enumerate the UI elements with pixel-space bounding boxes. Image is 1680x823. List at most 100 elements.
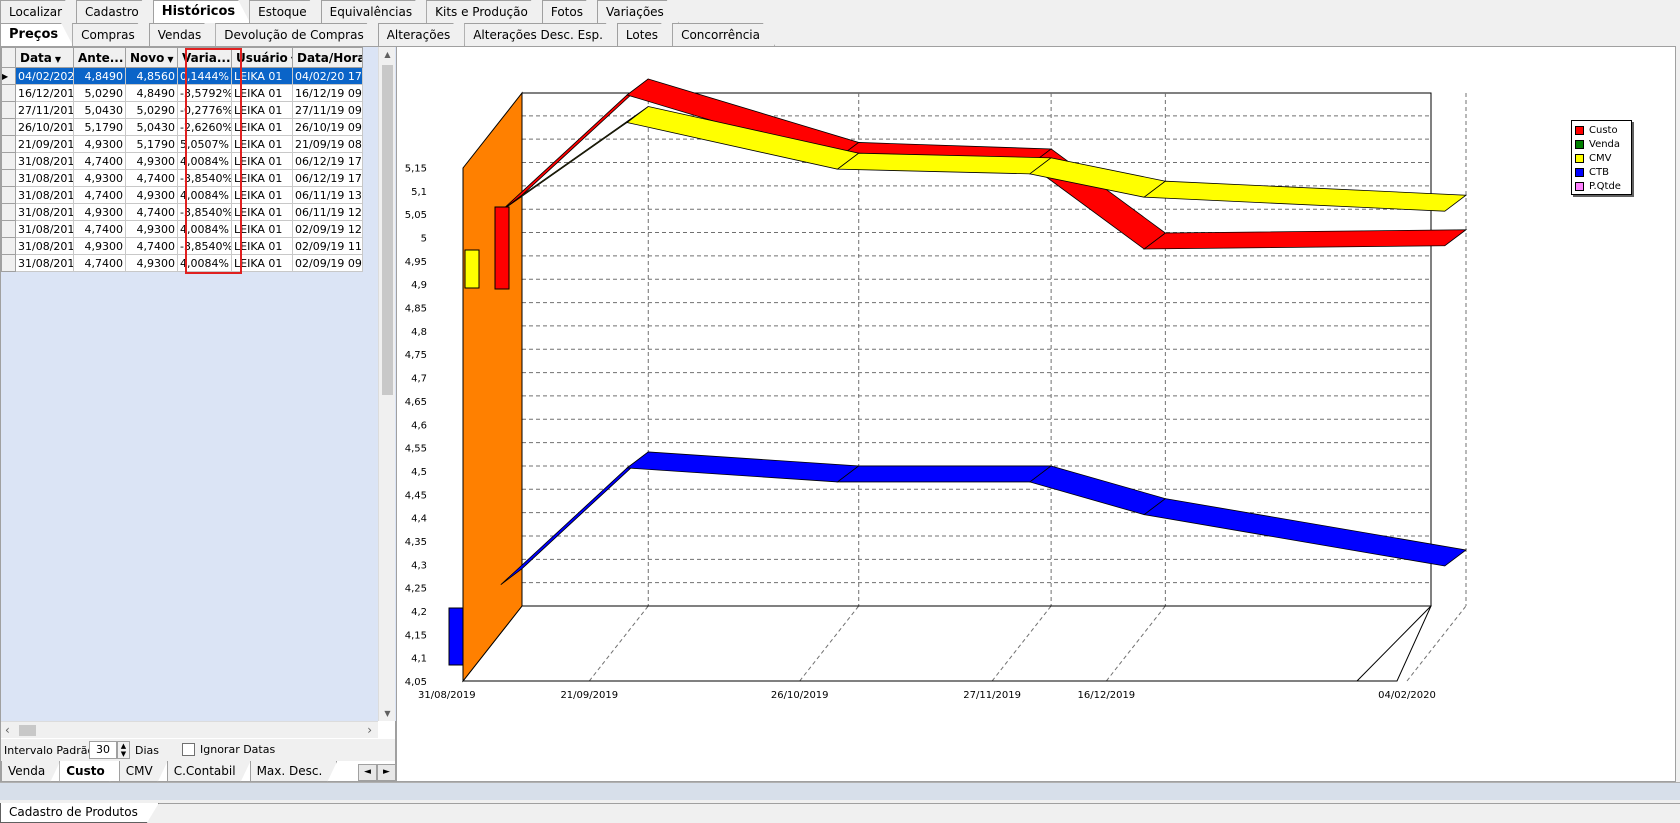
cell-usuario[interactable]: LEIKA 01 [231,203,293,221]
scroll-down-icon[interactable]: ▼ [379,709,396,718]
cell-usuario[interactable]: LEIKA 01 [231,254,293,272]
cell-varia[interactable]: 4,0084% [177,220,232,238]
cell-varia[interactable]: -0,2776% [177,101,232,119]
cell-usuario[interactable]: LEIKA 01 [231,101,293,119]
cell-ante[interactable]: 4,7400 [73,152,126,170]
tab-fotos[interactable]: Fotos [542,0,598,23]
subtab-alteracoes-desc-esp[interactable]: Alterações Desc. Esp. [464,23,618,46]
table-row[interactable]: 27/11/20195,04305,0290-0,2776%LEIKA 0127… [1,101,363,119]
cell-usuario[interactable]: LEIKA 01 [231,169,293,187]
row-indicator[interactable] [1,169,16,187]
row-indicator[interactable] [1,237,16,255]
tab-next-icon[interactable]: ► [377,764,396,781]
table-row[interactable]: 21/09/20194,93005,17905,0507%LEIKA 0121/… [1,135,363,153]
table-row[interactable]: 26/10/20195,17905,0430-2,6260%LEIKA 0126… [1,118,363,136]
cell-usuario[interactable]: LEIKA 01 [231,152,293,170]
horizontal-scrollbar[interactable]: ‹ › [1,721,378,738]
filter-dropdown-icon[interactable]: ▼ [167,55,173,64]
cell-varia[interactable]: -2,6260% [177,118,232,136]
cell-novo[interactable]: 4,7400 [125,203,178,221]
filter-dropdown-icon[interactable]: ▼ [55,55,61,64]
row-indicator[interactable] [1,152,16,170]
row-indicator[interactable] [1,135,16,153]
cell-data[interactable]: 31/08/2019 [15,220,74,238]
table-row[interactable]: 31/08/20194,74004,93004,0084%LEIKA 0102/… [1,254,363,272]
subtab-alteracoes[interactable]: Alterações [378,23,466,46]
cell-varia[interactable]: -3,8540% [177,169,232,187]
cell-ante[interactable]: 4,7400 [73,254,126,272]
table-row[interactable]: 31/08/20194,93004,7400-3,8540%LEIKA 0106… [1,169,363,187]
cell-usuario[interactable]: LEIKA 01 [231,67,293,85]
cell-usuario[interactable]: LEIKA 01 [231,135,293,153]
column-header-data[interactable]: Data ▼ [15,47,74,68]
cell-varia[interactable]: 4,0084% [177,186,232,204]
tab-kits-e-producao[interactable]: Kits e Produção [426,0,543,23]
cell-usuario[interactable]: LEIKA 01 [231,220,293,238]
tab-estoque[interactable]: Estoque [249,0,322,23]
cell-novo[interactable]: 5,1790 [125,135,178,153]
row-indicator[interactable] [1,118,16,136]
cell-varia[interactable]: -3,8540% [177,237,232,255]
cell-varia[interactable]: -3,8540% [177,203,232,221]
row-indicator[interactable] [1,220,16,238]
subtab-devolucao-de-compras[interactable]: Devolução de Compras [215,23,379,46]
table-row[interactable]: 31/08/20194,74004,93004,0084%LEIKA 0106/… [1,152,363,170]
cell-usuario[interactable]: LEIKA 01 [231,237,293,255]
cell-data-hora[interactable]: 27/11/19 09:3 [292,101,363,119]
cell-varia[interactable]: 4,0084% [177,152,232,170]
cell-varia[interactable]: 5,0507% [177,135,232,153]
cell-data-hora[interactable]: 02/09/19 11:5 [292,237,363,255]
subtab-lotes[interactable]: Lotes [617,23,673,46]
scroll-up-icon[interactable]: ▲ [379,50,396,59]
cell-ante[interactable]: 4,9300 [73,135,126,153]
cell-data-hora[interactable]: 06/11/19 12:5 [292,203,363,221]
table-row[interactable]: 31/08/20194,93004,7400-3,8540%LEIKA 0102… [1,237,363,255]
scroll-left-icon[interactable]: ‹ [5,723,10,737]
row-indicator[interactable] [1,203,16,221]
cell-usuario[interactable]: LEIKA 01 [231,84,293,102]
cell-novo[interactable]: 4,9300 [125,152,178,170]
cell-ante[interactable]: 4,8490 [73,67,126,85]
tab-localizar[interactable]: Localizar [0,0,77,23]
cell-varia[interactable]: 4,0084% [177,254,232,272]
series-tab-c-contabil[interactable]: C.Contabil [167,761,251,782]
cell-usuario[interactable]: LEIKA 01 [231,118,293,136]
subtab-precos[interactable]: Preços [0,23,73,46]
cell-data-hora[interactable]: 02/09/19 12:0 [292,220,363,238]
cell-novo[interactable]: 4,8560 [125,67,178,85]
cell-novo[interactable]: 4,9300 [125,254,178,272]
cell-varia[interactable]: -3,5792% [177,84,232,102]
scroll-thumb[interactable] [382,65,393,395]
cell-ante[interactable]: 5,0430 [73,101,126,119]
subtab-compras[interactable]: Compras [72,23,150,46]
cell-ante[interactable]: 5,0290 [73,84,126,102]
tab-cadastro[interactable]: Cadastro [76,0,154,23]
column-header-varia[interactable]: Varia...▼ [177,47,232,68]
cell-data[interactable]: 31/08/2019 [15,237,74,255]
tab-cadastro-produtos[interactable]: Cadastro de Produtos [0,803,159,823]
cell-data[interactable]: 26/10/2019 [15,118,74,136]
table-row[interactable]: ▶04/02/20204,84904,85600,1444%LEIKA 0104… [1,67,363,85]
column-header-usuario[interactable]: Usuário▼ [231,47,293,68]
cell-data[interactable]: 31/08/2019 [15,169,74,187]
tab-historicos[interactable]: Históricos [153,0,250,23]
interval-input[interactable]: 30 [89,741,117,759]
series-tab-custo[interactable]: Custo [59,761,119,782]
cell-data-hora[interactable]: 06/12/19 17:1 [292,152,363,170]
cell-varia[interactable]: 0,1444% [177,67,232,85]
cell-data[interactable]: 31/08/2019 [15,254,74,272]
column-header-data-hora[interactable]: Data/Hora [292,47,363,68]
cell-data[interactable]: 27/11/2019 [15,101,74,119]
row-indicator[interactable] [1,84,16,102]
table-row[interactable]: 31/08/20194,93004,7400-3,8540%LEIKA 0106… [1,203,363,221]
table-row[interactable]: 31/08/20194,74004,93004,0084%LEIKA 0106/… [1,186,363,204]
cell-novo[interactable]: 4,9300 [125,186,178,204]
cell-ante[interactable]: 4,9300 [73,237,126,255]
tab-equivalencias[interactable]: Equivalências [321,0,427,23]
series-tab-max-desc[interactable]: Max. Desc. [250,761,338,782]
scroll-right-icon[interactable]: › [367,723,372,737]
cell-data-hora[interactable]: 06/11/19 13:0 [292,186,363,204]
subtab-concorrencia[interactable]: Concorrência [672,23,775,46]
cell-novo[interactable]: 4,9300 [125,220,178,238]
cell-ante[interactable]: 4,9300 [73,169,126,187]
